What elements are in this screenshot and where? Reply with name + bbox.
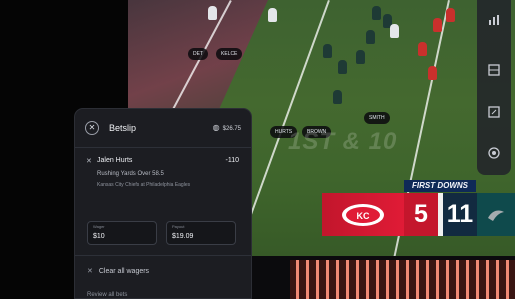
player — [390, 24, 399, 38]
player-tag[interactable]: KELCE — [216, 48, 243, 60]
timeline-tick — [386, 260, 389, 299]
side-control-rail — [477, 0, 511, 175]
close-icon: ✕ — [87, 268, 93, 275]
payout-field: Payout $19.09 — [166, 221, 236, 245]
stats-icon[interactable] — [486, 14, 502, 30]
timeline-tick — [436, 260, 439, 299]
balance-value: $26.75 — [222, 126, 241, 132]
grid-icon[interactable] — [486, 64, 502, 80]
timeline-tick — [466, 260, 469, 299]
betslip-panel: ✕ Betslip ◍ $26.75 ✕ Jalen Hurts -110 Rus… — [74, 108, 252, 299]
clear-all-label: Clear all wagers — [98, 268, 150, 275]
bet-game: Kansas City Chiefs at Philadelphia Eagle… — [97, 182, 191, 188]
timeline-tick — [366, 260, 369, 299]
bet-player-name: Jalen Hurts — [97, 157, 133, 164]
timeline-tick — [496, 260, 499, 299]
player — [428, 66, 437, 80]
player — [208, 6, 217, 20]
divider — [75, 255, 251, 256]
score-bar: KC 5 11 — [322, 193, 515, 236]
wager-field[interactable]: Wager $10 — [87, 221, 157, 245]
home-score: 5 — [404, 193, 438, 236]
scorebug-label: FIRST DOWNS — [404, 180, 476, 192]
divider — [75, 147, 251, 148]
down-distance-marker: 1ST & 10 — [288, 128, 398, 155]
timeline-tick — [426, 260, 429, 299]
scorebug: FIRST DOWNS KC 5 11 — [322, 180, 515, 236]
timeline-tick — [316, 260, 319, 299]
home-team-logo: KC — [322, 193, 404, 236]
player-tag[interactable]: SMITH — [364, 112, 390, 124]
timeline-tick — [416, 260, 419, 299]
timeline-tick — [356, 260, 359, 299]
timeline-tick — [476, 260, 479, 299]
player — [366, 30, 375, 44]
wager-label: Wager — [93, 224, 105, 229]
player — [268, 8, 277, 22]
player — [356, 50, 365, 64]
clear-all-wagers-button[interactable]: ✕ Clear all wagers — [87, 267, 149, 275]
betslip-title: Betslip — [109, 123, 137, 133]
close-icon[interactable]: ✕ — [85, 121, 99, 135]
timeline-tick — [296, 260, 299, 299]
timeline-tick — [506, 260, 509, 299]
svg-text:KC: KC — [357, 211, 370, 221]
wallet-icon: ◍ — [212, 123, 220, 132]
expand-icon[interactable] — [486, 106, 502, 122]
timeline-tick — [486, 260, 489, 299]
timeline-tick — [446, 260, 449, 299]
player — [323, 44, 332, 58]
player — [418, 42, 427, 56]
replay-timeline[interactable] — [290, 260, 515, 299]
payout-label: Payout — [172, 224, 185, 229]
settings-icon[interactable] — [486, 146, 502, 162]
player — [333, 90, 342, 104]
timeline-tick — [396, 260, 399, 299]
betslip-header: ✕ Betslip ◍ $26.75 — [75, 109, 251, 147]
timeline-tick — [326, 260, 329, 299]
bet-market: Rushing Yards Over 58.5 — [97, 171, 164, 177]
bet-card: ✕ Jalen Hurts -110 Rushing Yards Over 58… — [75, 154, 251, 254]
player — [338, 60, 347, 74]
arrowhead-logo-icon: KC — [342, 203, 384, 226]
bet-odds: -110 — [225, 157, 240, 164]
timeline-tick — [376, 260, 379, 299]
player — [446, 8, 455, 22]
player — [433, 18, 442, 32]
eagle-logo-icon — [488, 209, 504, 221]
account-balance[interactable]: ◍ $26.75 — [213, 123, 241, 132]
timeline-tick — [306, 260, 309, 299]
away-score: 11 — [443, 193, 477, 236]
player-tag[interactable]: DET — [188, 48, 208, 60]
away-team-logo — [477, 193, 515, 236]
wager-value[interactable]: $10 — [93, 233, 105, 240]
review-bets-link[interactable]: Review all bets — [87, 292, 127, 298]
timeline-tick — [456, 260, 459, 299]
remove-bet-icon[interactable]: ✕ — [86, 157, 92, 165]
timeline-tick — [346, 260, 349, 299]
player — [372, 6, 381, 20]
payout-value: $19.09 — [172, 233, 194, 240]
timeline-tick — [406, 260, 409, 299]
timeline-tick — [336, 260, 339, 299]
